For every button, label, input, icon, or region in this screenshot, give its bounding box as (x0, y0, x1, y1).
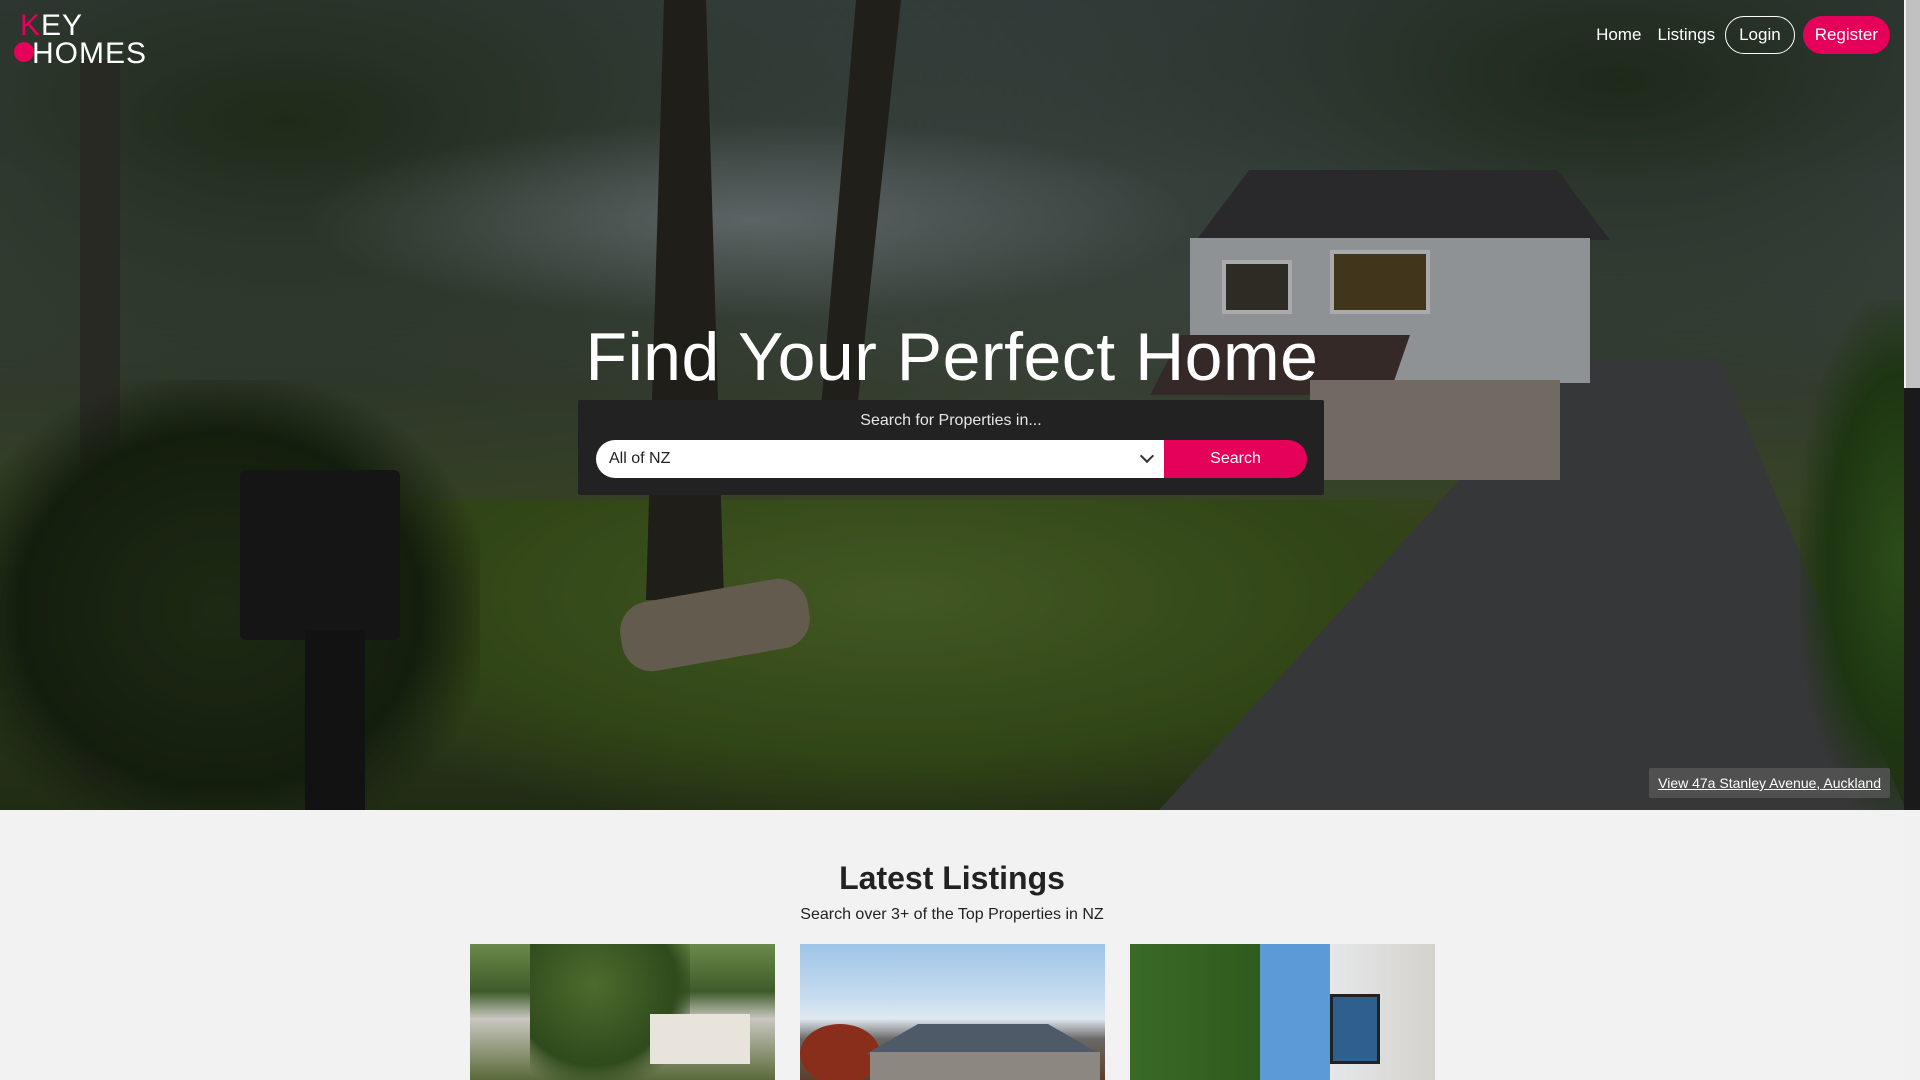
latest-listings-title: Latest Listings (839, 860, 1065, 896)
search-label: Search for Properties in... (860, 412, 1042, 429)
search-button[interactable]: Search (1164, 440, 1307, 478)
listing-card[interactable] (470, 944, 775, 1080)
register-button[interactable]: Register (1802, 16, 1890, 54)
chevron-down-icon (1139, 448, 1155, 464)
login-button[interactable]: Login (1725, 16, 1795, 54)
view-property-link[interactable]: View 47a Stanley Avenue, Auckland (1649, 768, 1890, 798)
latest-listings-subtitle: Search over 3+ of the Top Properties in … (800, 906, 1104, 923)
scrollbar-thumb[interactable] (1906, 0, 1920, 388)
region-select[interactable]: All of NZ (596, 440, 1166, 478)
nav-home-link[interactable]: Home (1596, 25, 1641, 45)
listing-photo (800, 1024, 880, 1080)
page-scrollbar[interactable] (1904, 0, 1920, 1080)
listing-photo-house (650, 1014, 750, 1064)
listing-photo-roof (866, 1024, 1100, 1054)
logo-dot-icon (14, 42, 34, 62)
listing-card[interactable] (800, 944, 1105, 1080)
nav-listings-link[interactable]: Listings (1657, 25, 1715, 45)
keyhomes-logo[interactable]: KEY HOMES (12, 10, 146, 70)
listing-photo-window (1330, 994, 1380, 1064)
main-nav: Home Listings Login Register (1596, 16, 1890, 54)
property-search-panel: Search for Properties in... All of NZ Se… (578, 400, 1324, 495)
logo-line-2: HOMES (32, 37, 148, 70)
region-select-value: All of NZ (609, 450, 671, 467)
scrollbar-track (1904, 388, 1920, 810)
listing-photo (1260, 944, 1330, 1080)
listing-photo-house (870, 1052, 1100, 1080)
hero-title: Find Your Perfect Home (585, 319, 1319, 395)
listing-card[interactable] (1130, 944, 1435, 1080)
